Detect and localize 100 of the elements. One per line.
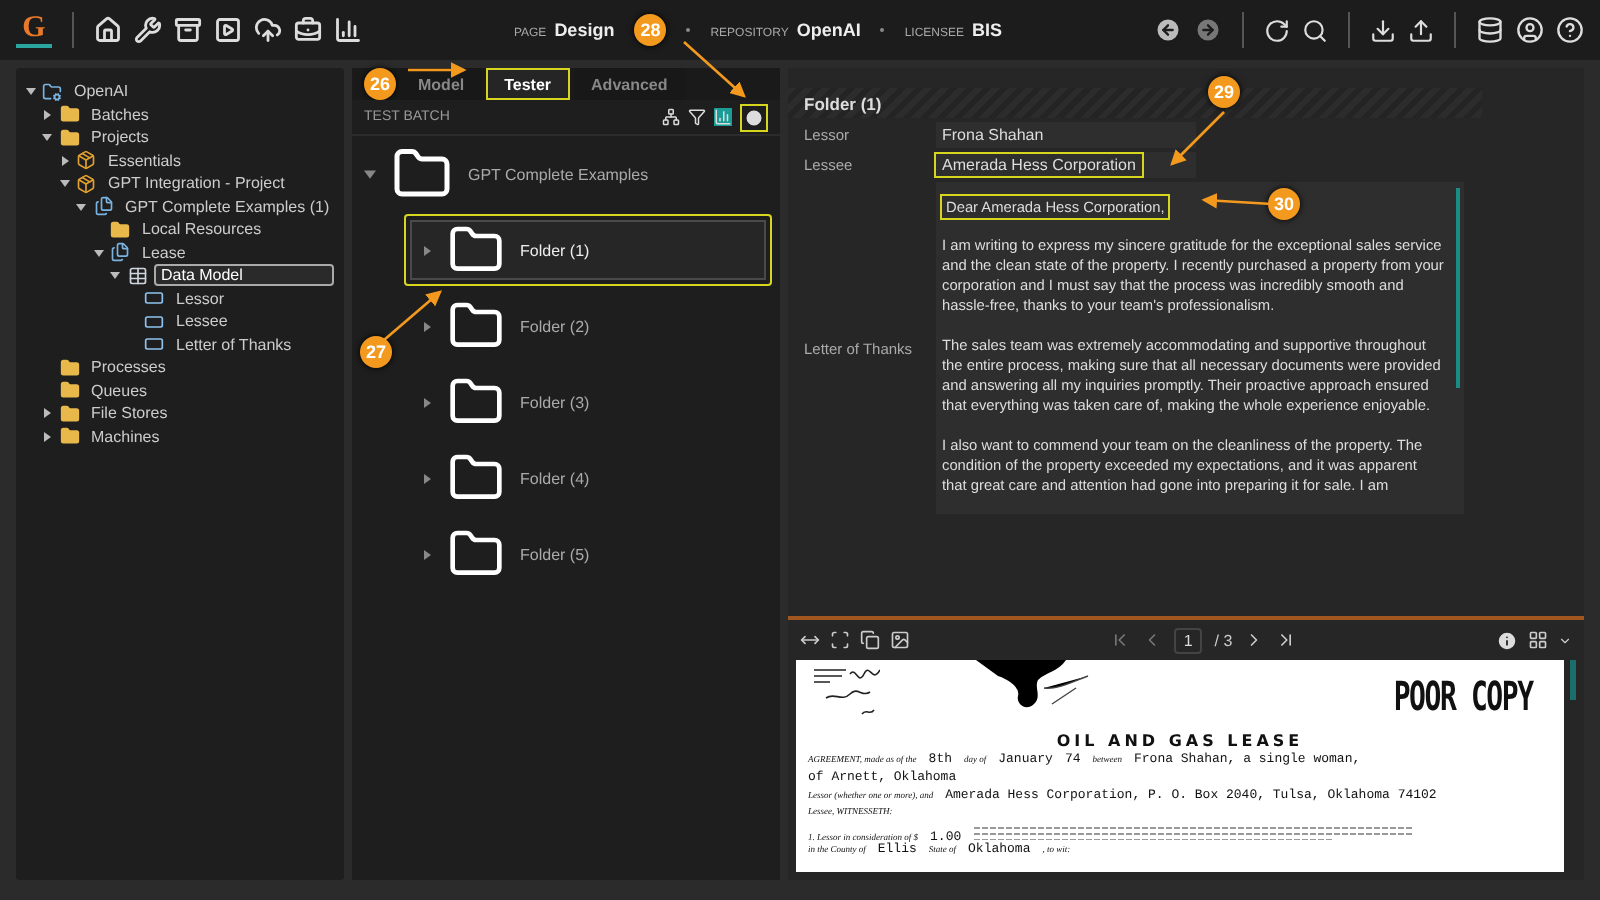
text-field[interactable]: Amerada Hess Corporation	[936, 152, 1196, 178]
help-icon[interactable]	[1556, 16, 1584, 44]
context-value: Design	[554, 20, 615, 40]
folder-label: Folder (3)	[520, 393, 590, 411]
tree-item[interactable]: GPT Complete Examples (1)	[119, 197, 336, 216]
callout-arrow	[1201, 193, 1273, 209]
tree-item[interactable]: Lessee	[170, 312, 234, 331]
fit-page-icon[interactable]	[830, 630, 850, 650]
tree-item[interactable]: Essentials	[102, 151, 187, 170]
tree-item[interactable]: File Stores	[85, 404, 174, 423]
tree-item[interactable]: Lessor	[170, 289, 231, 308]
user-icon[interactable]	[1516, 16, 1544, 44]
folder-row[interactable]: Folder (5)	[404, 518, 772, 590]
folder-row[interactable]: Folder (1)	[404, 214, 772, 286]
first-page-icon[interactable]	[1109, 630, 1130, 650]
caret-down-icon[interactable]	[364, 168, 376, 180]
package-icon	[76, 150, 96, 171]
caret-right-icon[interactable]	[42, 109, 52, 120]
info-icon[interactable]	[1496, 629, 1518, 651]
last-page-icon[interactable]	[1276, 630, 1297, 650]
callout-badge: 29	[1208, 76, 1240, 108]
field-icon	[144, 288, 164, 309]
upload-icon[interactable]	[1408, 17, 1434, 43]
tree-item[interactable]: OpenAI	[68, 82, 135, 101]
cloud-upload-icon[interactable]	[254, 16, 282, 44]
filter-icon[interactable]	[688, 108, 706, 126]
folder-row[interactable]: Folder (3)	[404, 366, 772, 438]
caret-right-icon[interactable]	[422, 473, 432, 483]
caret-right-icon[interactable]	[42, 408, 52, 419]
tree-item[interactable]: Lease	[136, 243, 192, 262]
field-icon	[144, 311, 164, 332]
files-icon	[110, 242, 130, 263]
folder-icon	[59, 127, 79, 148]
caret-down-icon[interactable]	[59, 178, 69, 189]
forward-icon[interactable]	[1194, 16, 1222, 44]
tools-icon[interactable]	[134, 16, 162, 44]
caret-right-icon[interactable]	[422, 397, 432, 407]
search-icon[interactable]	[1302, 17, 1328, 43]
caret-down-icon[interactable]	[1558, 633, 1572, 647]
hierarchy-icon[interactable]	[662, 108, 680, 126]
tree-item[interactable]: Batches	[85, 105, 155, 124]
folder-icon	[59, 380, 79, 401]
tree-item[interactable]: GPT Integration - Project	[102, 174, 291, 193]
batch-name: GPT Complete Examples	[468, 165, 649, 183]
folder-label: Folder (5)	[520, 545, 590, 563]
home-icon[interactable]	[94, 16, 122, 44]
caret-down-icon[interactable]	[42, 132, 52, 143]
download-icon[interactable]	[1370, 17, 1396, 43]
tab[interactable]: Tester	[486, 68, 570, 100]
folder-icon	[59, 426, 79, 447]
folder-icon	[42, 81, 62, 102]
chart-icon[interactable]	[334, 16, 362, 44]
page-count: / 3	[1214, 631, 1233, 649]
briefcase-icon[interactable]	[294, 16, 322, 44]
archive-icon[interactable]	[174, 16, 202, 44]
back-icon[interactable]	[1154, 16, 1182, 44]
caret-right-icon[interactable]	[422, 245, 432, 255]
caret-down-icon[interactable]	[76, 201, 86, 212]
folder-label: Folder (1)	[520, 241, 590, 259]
pages-icon[interactable]	[860, 630, 880, 650]
package-icon	[76, 173, 96, 194]
tree-item[interactable]: Letter of Thanks	[170, 335, 298, 354]
handwriting-drawing	[812, 668, 880, 716]
folder-row[interactable]: Folder (4)	[404, 442, 772, 514]
page-number-field[interactable]: 1	[1173, 627, 1203, 653]
folder-label: Folder (4)	[520, 469, 590, 487]
context-value: OpenAI	[796, 20, 861, 40]
caret-down-icon[interactable]	[93, 247, 103, 258]
callout-arrow	[683, 41, 746, 98]
caret-down-icon[interactable]	[110, 270, 120, 281]
document-title: OIL AND GAS LEASE	[1054, 732, 1306, 750]
field-value: Amerada Hess Corporation	[936, 154, 1142, 176]
caret-right-icon[interactable]	[422, 549, 432, 559]
refresh-icon[interactable]	[1264, 17, 1290, 43]
callout-badge: 26	[364, 68, 396, 100]
database-icon[interactable]	[1476, 16, 1504, 44]
caret-right-icon[interactable]	[422, 321, 432, 331]
tree-item[interactable]: Processes	[85, 358, 172, 377]
callout-arrow	[1170, 111, 1225, 166]
text-area[interactable]	[936, 182, 1464, 514]
callout-arrow	[408, 62, 467, 78]
tree-item[interactable]: Queues	[85, 381, 154, 400]
tree-item[interactable]: Machines	[85, 427, 166, 446]
run-button[interactable]	[740, 103, 768, 131]
folder-label: Folder (2)	[520, 317, 590, 335]
folder-icon	[59, 104, 79, 125]
caret-right-icon[interactable]	[59, 155, 69, 166]
tree-item[interactable]: Projects	[85, 128, 155, 147]
folder-icon	[110, 219, 130, 240]
tree-item[interactable]: Local Resources	[136, 220, 268, 239]
image-icon[interactable]	[890, 630, 910, 650]
layout-icon[interactable]	[1528, 630, 1548, 650]
logo[interactable]: G	[16, 12, 52, 48]
folder-row[interactable]: Folder (2)	[404, 290, 772, 362]
caret-right-icon[interactable]	[42, 431, 52, 442]
caret-down-icon[interactable]	[25, 86, 35, 97]
callout-badge: 28	[634, 14, 667, 46]
text-field[interactable]: Frona Shahan	[936, 122, 1196, 148]
tree-item[interactable]: Data Model	[153, 264, 333, 287]
fit-width-icon[interactable]	[800, 630, 820, 650]
